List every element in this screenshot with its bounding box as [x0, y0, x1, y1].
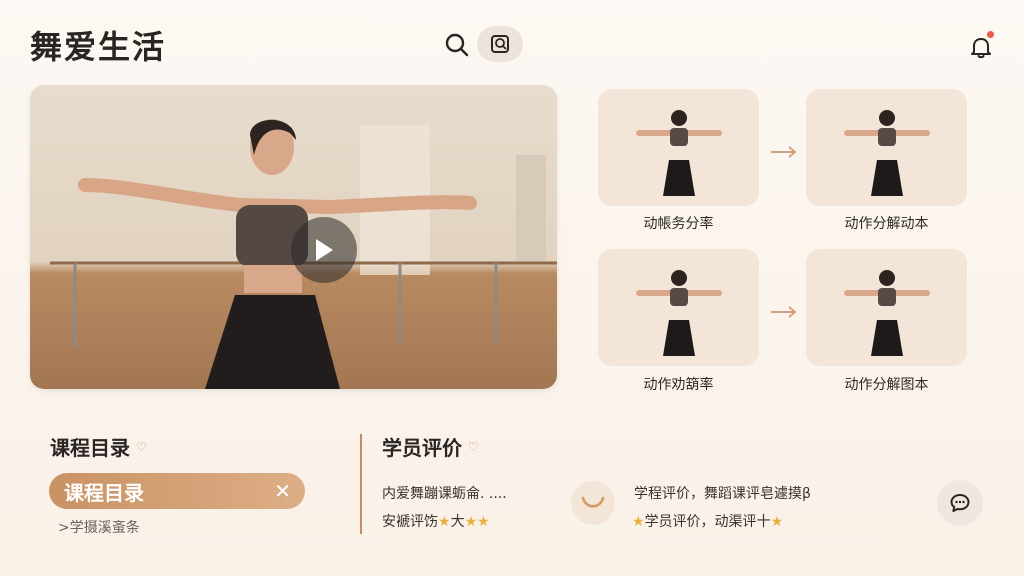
star-icon: ★	[770, 514, 784, 530]
step-label-2: 动作分解动本	[844, 216, 929, 232]
scan-icon	[491, 35, 509, 53]
reviews-heading: 学员评价 ♡	[382, 432, 479, 461]
dancer-thumbnail	[843, 269, 930, 356]
chat-icon	[950, 494, 970, 512]
section-divider	[360, 434, 362, 534]
catalog-title: 课程目录	[50, 436, 130, 460]
play-icon	[316, 239, 333, 261]
step-card-2[interactable]	[806, 89, 967, 206]
notification-button[interactable]	[962, 28, 1000, 66]
dancer-thumbnail	[843, 109, 930, 196]
dancer-thumbnail	[635, 269, 722, 356]
brand-title: 舞爱生活	[30, 28, 167, 66]
review-left-line-2: 安褫评饬★大★★	[382, 511, 490, 531]
arrow-right-icon	[771, 146, 797, 158]
search-button[interactable]	[440, 28, 474, 62]
step-label-1: 动帳务分率	[643, 216, 714, 232]
step-card-3[interactable]	[598, 249, 759, 366]
heart-icon: ♡	[468, 439, 479, 454]
smile-badge	[571, 481, 615, 525]
star-icon: ★★	[464, 514, 490, 530]
step-label-4: 动作分解图本	[844, 377, 929, 393]
heart-icon: ♡	[136, 439, 147, 454]
dance-video-player[interactable]	[30, 85, 557, 389]
chat-button[interactable]	[937, 480, 983, 526]
catalog-sub-link[interactable]: >学摄溪蚉条	[58, 517, 140, 537]
star-icon: ★	[438, 514, 451, 530]
star-icon: ★	[632, 514, 645, 530]
catalog-heading: 课程目录 ♡	[50, 432, 147, 461]
play-button[interactable]	[291, 217, 357, 283]
step-label-3: 动作劝箶率	[643, 377, 714, 393]
review-right-line-1: 学程评价，舞蹈课评皂遽摸β	[634, 486, 811, 502]
app-page: 舞爱生活 动帳务分率 动作分解动本 动作劝箶率 动作分解图本 课程目录 ♡ 课程…	[0, 0, 1024, 576]
review-left-line-2-middle: 大	[450, 514, 465, 530]
scan-button[interactable]	[477, 26, 523, 62]
review-right-line-2-text: 学员评价，动渠评十	[644, 514, 771, 530]
dancer-thumbnail	[635, 109, 722, 196]
review-left-line-1: 内爱舞蹦课蛎侖. ....	[382, 486, 507, 502]
step-card-1[interactable]	[598, 89, 759, 206]
close-icon[interactable]: ✕	[274, 481, 291, 501]
search-icon	[445, 33, 469, 57]
step-card-4[interactable]	[806, 249, 967, 366]
notification-dot	[987, 31, 994, 38]
reviews-title: 学员评价	[382, 436, 462, 460]
catalog-pill-button[interactable]: 课程目录 ✕	[49, 473, 305, 509]
review-left-line-2-prefix: 安褫评饬	[382, 514, 438, 530]
smile-icon	[581, 496, 605, 508]
arrow-right-icon	[771, 306, 797, 318]
catalog-pill-label: 课程目录	[64, 480, 144, 505]
review-right-line-2: ★学员评价，动渠评十★	[632, 511, 783, 531]
